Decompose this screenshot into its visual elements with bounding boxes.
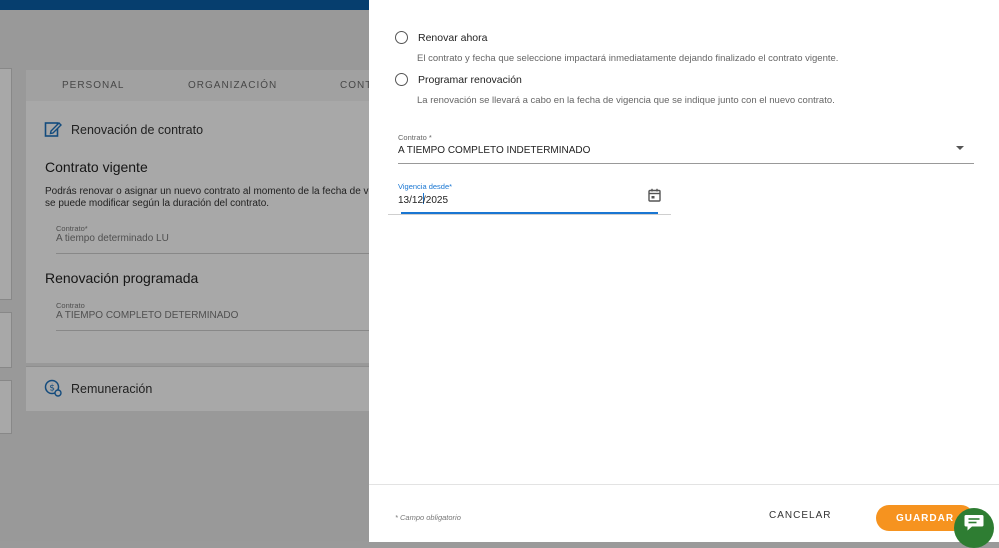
contract-select[interactable]: Contrato * A TIEMPO COMPLETO INDETERMINA… bbox=[398, 133, 974, 165]
chat-icon bbox=[964, 515, 984, 531]
drawer-footer: * Campo obligatorio CANCELAR GUARDAR bbox=[369, 484, 999, 542]
vigencia-date-label: Vigencia desde* bbox=[398, 182, 453, 191]
vigencia-date-input[interactable]: 13/12/2025 bbox=[398, 193, 448, 206]
vigencia-date-field[interactable]: Vigencia desde* 13/12/2025 bbox=[388, 182, 671, 216]
cancel-button[interactable]: CANCELAR bbox=[769, 510, 831, 521]
radio-description: El contrato y fecha que seleccione impac… bbox=[417, 53, 839, 64]
radio-label: Programar renovación bbox=[418, 73, 522, 86]
renewal-drawer: Renovar ahora El contrato y fecha que se… bbox=[369, 0, 999, 542]
radio-programar-renovacion[interactable]: Programar renovación bbox=[395, 73, 522, 86]
contract-select-label: Contrato * bbox=[398, 133, 432, 142]
date-text-part: /2025 bbox=[423, 195, 449, 206]
vigencia-date-baseline bbox=[388, 214, 671, 215]
calendar-icon[interactable] bbox=[648, 188, 661, 202]
contract-select-value[interactable]: A TIEMPO COMPLETO INDETERMINADO bbox=[398, 145, 590, 156]
radio-label: Renovar ahora bbox=[418, 31, 488, 44]
select-arrow-icon[interactable] bbox=[956, 146, 964, 150]
radio-circle[interactable] bbox=[395, 31, 408, 44]
required-field-note: * Campo obligatorio bbox=[395, 513, 461, 522]
date-text-part: 13/12 bbox=[398, 195, 424, 206]
radio-description: La renovación se llevará a cabo en la fe… bbox=[417, 95, 835, 106]
radio-circle[interactable] bbox=[395, 73, 408, 86]
chat-button[interactable] bbox=[954, 508, 994, 548]
radio-renovar-ahora[interactable]: Renovar ahora bbox=[395, 31, 487, 44]
contract-select-underline bbox=[398, 163, 974, 164]
